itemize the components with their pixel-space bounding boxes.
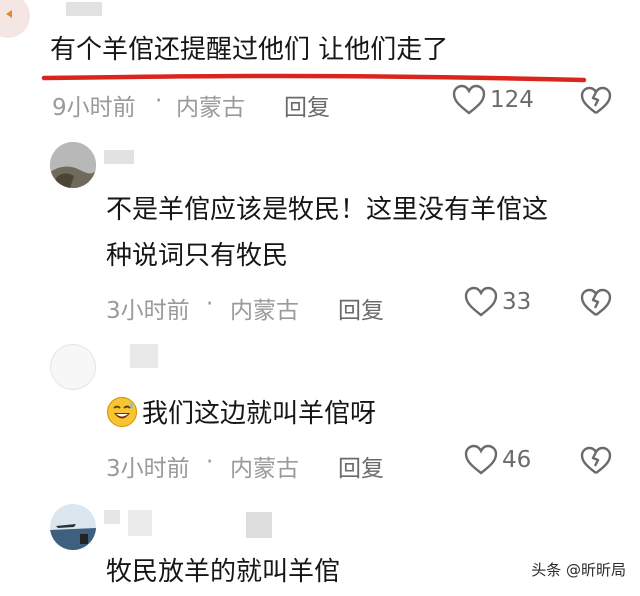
username-blur [104,150,134,164]
comment-time: 9小时前 [52,95,136,121]
comment-text: 我们这边就叫羊倌呀 [106,390,376,438]
like-button[interactable]: 33 [464,286,531,318]
avatar[interactable] [50,504,96,550]
username-blur [104,510,120,524]
like-button[interactable]: 124 [452,84,534,116]
avatar-partial[interactable] [0,0,30,38]
comment-time: 3小时前 [106,456,190,482]
heart-icon [452,84,486,116]
like-count: 124 [490,87,534,113]
broken-heart-icon[interactable] [580,288,612,318]
reply-button[interactable]: 回复 [338,449,384,483]
laughing-sweat-emoji [106,396,138,428]
comment-text-line: 种说词只有牧民 [106,241,289,271]
watermark: 头条 @昕昕局 [525,557,632,582]
broken-heart-icon[interactable] [580,86,612,116]
meta-separator: · [155,88,163,114]
heart-icon [464,444,498,476]
heart-icon [464,286,498,318]
like-count: 46 [502,447,532,473]
meta-separator: · [206,449,214,475]
username-blur [128,510,152,536]
username-blur [246,512,272,538]
avatar[interactable] [50,142,96,188]
comment-time: 3小时前 [106,298,190,324]
reply-button[interactable]: 回复 [338,291,384,325]
comment-text: 牧民放羊的就叫羊倌 [106,557,341,587]
like-count: 33 [502,289,532,315]
comment-text-body: 我们这边就叫羊倌呀 [142,399,377,429]
avatar[interactable] [50,344,96,390]
username-blur [130,344,158,368]
reply-button[interactable]: 回复 [284,88,330,122]
like-button[interactable]: 46 [464,444,531,476]
comment-location: 内蒙古 [230,456,299,482]
comment-text-line: 不是羊倌应该是牧民！这里没有羊倌这 [106,195,549,225]
comment-screen: 有个羊倌还提醒过他们 让他们走了 9小时前 · 内蒙古 回复 124 不是羊倌应… [0,0,640,590]
comment-location: 内蒙古 [176,95,245,121]
broken-heart-icon[interactable] [580,446,612,476]
comment-location: 内蒙古 [230,298,299,324]
comment-text: 有个羊倌还提醒过他们 让他们走了 [50,35,449,65]
meta-separator: · [206,291,214,317]
username-blur [66,2,102,16]
